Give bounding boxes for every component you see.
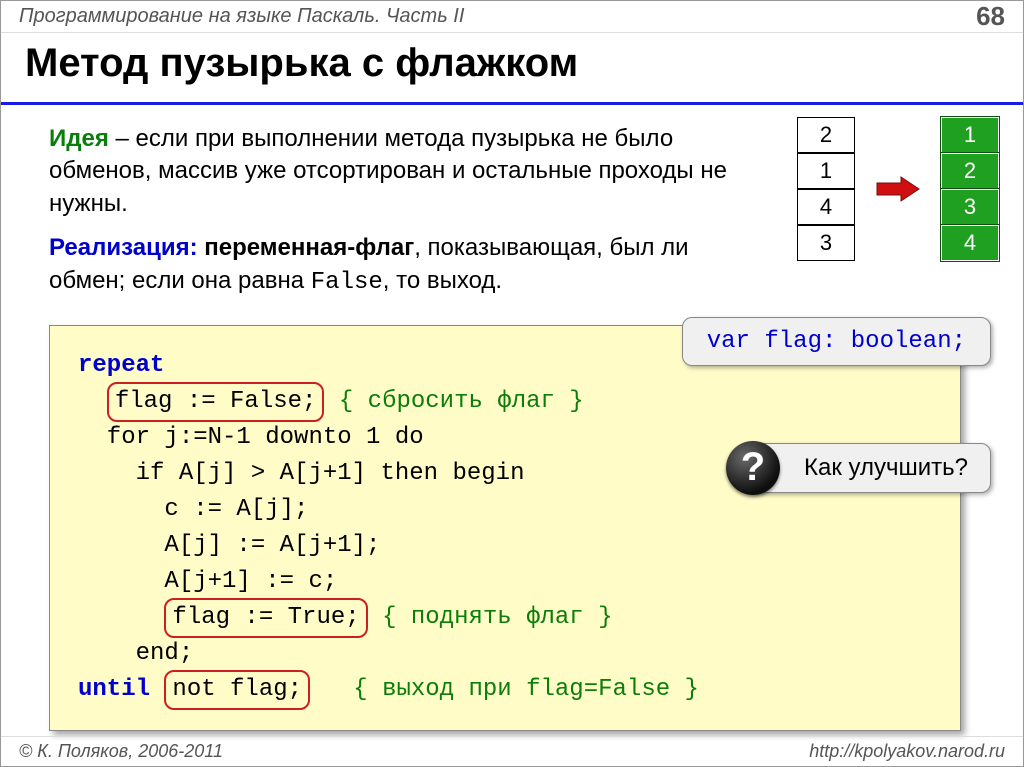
cell: 3 (941, 189, 999, 225)
code-line: A[j+1] := c; (78, 568, 337, 595)
cell: 2 (941, 153, 999, 189)
idea-keyword: Идея (49, 125, 109, 152)
code-line: for j:=N-1 downto 1 do (78, 424, 424, 451)
title-bar: Метод пузырька с флажком (1, 33, 1023, 105)
slide-header: Программирование на языке Паскаль. Часть… (1, 1, 1023, 33)
pill-flag-true: flag := True; (164, 598, 367, 638)
false-literal: False (311, 269, 383, 296)
pill-flag-false: flag := False; (107, 382, 325, 422)
array-after: 1 2 3 4 (941, 117, 999, 261)
idea-paragraph: Идея – если при выполнении метода пузырь… (49, 123, 769, 220)
cell: 1 (941, 117, 999, 153)
header-left: Программирование на языке Паскаль. Часть… (19, 5, 464, 28)
code-line: c := A[j]; (78, 496, 308, 523)
comment-exit: { выход при flag=False } (353, 676, 699, 703)
array-before: 2 1 4 3 (797, 117, 855, 261)
slide: Программирование на языке Паскаль. Часть… (0, 0, 1024, 767)
realization-bold: переменная-флаг (198, 234, 415, 261)
page-number: 68 (976, 1, 1005, 32)
comment-raise: { поднять флаг } (382, 604, 612, 631)
callout-var-text: var flag: boolean; (707, 328, 966, 355)
code-wrap: var flag: boolean; ? Как улучшить? repea… (49, 325, 987, 731)
slide-footer: © К. Поляков, 2006-2011 http://kpolyakov… (1, 736, 1023, 766)
pill-not-flag: not flag; (164, 670, 310, 710)
slide-body: 2 1 4 3 1 2 3 4 Идея – если при выполнен… (1, 123, 1023, 731)
cell: 4 (797, 189, 855, 225)
arrow-right-icon (877, 179, 919, 199)
code-line: A[j] := A[j+1]; (78, 532, 380, 559)
callout-var-decl: var flag: boolean; (682, 317, 991, 366)
callout-question-text: Как улучшить? (804, 454, 968, 481)
cell: 4 (941, 225, 999, 261)
callout-question: ? Как улучшить? (743, 443, 991, 493)
idea-text: – если при выполнении метода пузырька не… (49, 125, 727, 217)
code-box: repeat flag := False; { cбросить флаг } … (49, 325, 961, 731)
footer-left: © К. Поляков, 2006-2011 (19, 741, 223, 762)
slide-title: Метод пузырька с флажком (25, 41, 999, 86)
realization-paragraph: Реализация: переменная-флаг, показывающа… (49, 232, 769, 299)
code-line: if A[j] > A[j+1] then begin (78, 460, 524, 487)
realization-text-2: , то выход. (383, 267, 502, 294)
code-line: end; (78, 640, 193, 667)
question-mark-icon: ? (726, 441, 780, 495)
cell: 2 (797, 117, 855, 153)
comment-reset: { cбросить флаг } (339, 388, 584, 415)
realization-keyword: Реализация: (49, 234, 198, 261)
kw-repeat: repeat (78, 352, 164, 379)
kw-until: until (78, 676, 150, 703)
array-diagram: 2 1 4 3 1 2 3 4 (797, 117, 999, 261)
q-mark: ? (741, 445, 765, 490)
footer-right: http://kpolyakov.narod.ru (809, 741, 1005, 762)
cell: 3 (797, 225, 855, 261)
cell: 1 (797, 153, 855, 189)
